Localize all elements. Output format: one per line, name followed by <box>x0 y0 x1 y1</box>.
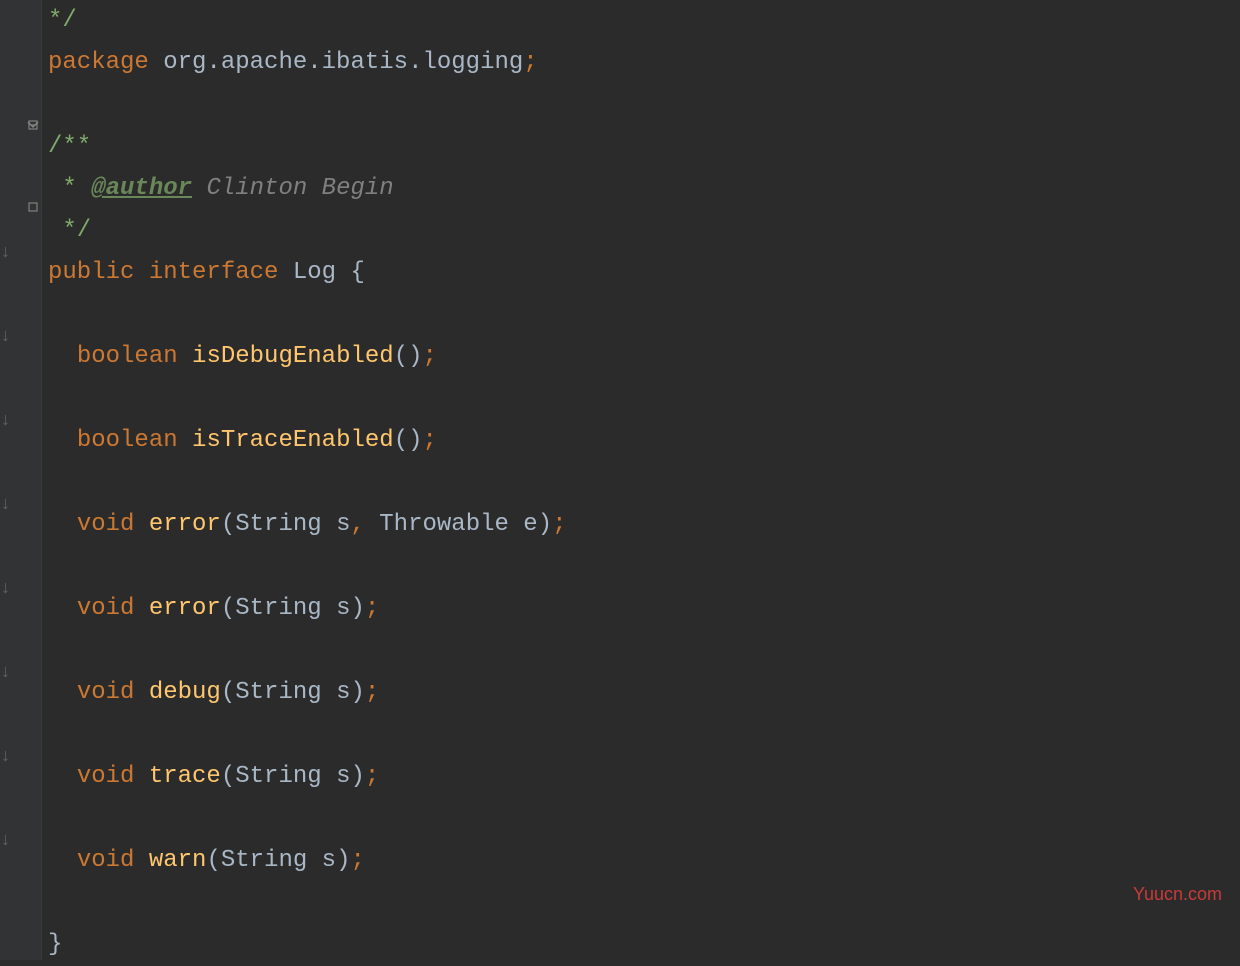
brace-open: { <box>350 252 364 294</box>
semicolon: ; <box>423 336 437 378</box>
editor-gutter: ↓ ↓ ↓ ↓ ↓ ↓ ↓ ↓ <box>0 0 42 960</box>
parameter: String s <box>235 588 350 630</box>
method-name: isDebugEnabled <box>178 336 394 378</box>
code-line[interactable]: * @author Clinton Begin <box>48 168 1240 210</box>
keyword-public: public <box>48 252 134 294</box>
method-name: trace <box>134 756 220 798</box>
code-line[interactable]: void warn(String s); <box>48 840 1240 882</box>
paren-close: ) <box>350 672 364 714</box>
code-line[interactable]: package org.apache.ibatis.logging; <box>48 42 1240 84</box>
code-line[interactable]: void error(String s); <box>48 588 1240 630</box>
method-name: warn <box>134 840 206 882</box>
method-name: error <box>134 504 220 546</box>
code-line[interactable] <box>48 462 1240 504</box>
method-name: isTraceEnabled <box>178 420 394 462</box>
keyword-interface: interface <box>134 252 278 294</box>
semicolon: ; <box>365 756 379 798</box>
method-name: error <box>134 588 220 630</box>
return-type: void <box>77 840 135 882</box>
semicolon: ; <box>552 504 566 546</box>
method-marker-icon[interactable]: ↓ <box>0 322 11 354</box>
return-type: void <box>77 672 135 714</box>
return-type: boolean <box>77 336 178 378</box>
return-type: void <box>77 504 135 546</box>
code-line[interactable] <box>48 714 1240 756</box>
code-line[interactable] <box>48 546 1240 588</box>
fold-collapse-icon[interactable] <box>26 118 40 132</box>
parameter: String s <box>235 504 350 546</box>
semicolon: ; <box>365 672 379 714</box>
parameter: String s <box>235 756 350 798</box>
author-name: Clinton Begin <box>192 168 394 210</box>
code-line[interactable]: /** <box>48 126 1240 168</box>
code-line[interactable]: void error(String s, Throwable e); <box>48 504 1240 546</box>
code-line[interactable]: */ <box>48 0 1240 42</box>
fold-expand-icon[interactable] <box>26 200 40 214</box>
method-marker-icon[interactable]: ↓ <box>0 238 11 270</box>
return-type: void <box>77 756 135 798</box>
code-line[interactable]: */ <box>48 210 1240 252</box>
method-marker-icon[interactable]: ↓ <box>0 658 11 690</box>
code-line[interactable] <box>48 798 1240 840</box>
paren-open: ( <box>221 588 235 630</box>
method-marker-icon[interactable]: ↓ <box>0 574 11 606</box>
paren-open: ( <box>221 756 235 798</box>
javadoc-star: * <box>48 168 91 210</box>
method-marker-icon[interactable]: ↓ <box>0 490 11 522</box>
semicolon: ; <box>350 840 364 882</box>
code-line[interactable] <box>48 378 1240 420</box>
package-name: org.apache.ibatis.logging <box>149 42 523 84</box>
author-tag: @author <box>91 168 192 210</box>
javadoc-open: /** <box>48 126 91 168</box>
comma: , <box>350 504 364 546</box>
code-line[interactable] <box>48 294 1240 336</box>
parameter: String s <box>235 672 350 714</box>
code-line[interactable]: boolean isTraceEnabled(); <box>48 420 1240 462</box>
javadoc-close: */ <box>48 210 91 252</box>
parentheses: () <box>394 420 423 462</box>
method-marker-icon[interactable]: ↓ <box>0 742 11 774</box>
watermark-text: Yuucn.com <box>1133 879 1222 911</box>
code-line[interactable] <box>48 882 1240 924</box>
code-line[interactable]: boolean isDebugEnabled(); <box>48 336 1240 378</box>
parentheses: () <box>394 336 423 378</box>
paren-open: ( <box>221 504 235 546</box>
keyword-package: package <box>48 42 149 84</box>
return-type: void <box>77 588 135 630</box>
code-editor[interactable]: */ package org.apache.ibatis.logging; /*… <box>48 0 1240 966</box>
method-name: debug <box>134 672 220 714</box>
code-line[interactable]: void trace(String s); <box>48 756 1240 798</box>
class-name: Log <box>278 252 350 294</box>
paren-open: ( <box>221 672 235 714</box>
parameter: Throwable e <box>365 504 538 546</box>
parameter: String s <box>221 840 336 882</box>
code-line[interactable]: public interface Log { <box>48 252 1240 294</box>
semicolon: ; <box>523 42 537 84</box>
paren-close: ) <box>350 756 364 798</box>
comment-text: */ <box>48 0 77 42</box>
method-marker-icon[interactable]: ↓ <box>0 406 11 438</box>
semicolon: ; <box>365 588 379 630</box>
code-line[interactable] <box>48 84 1240 126</box>
code-line[interactable]: void debug(String s); <box>48 672 1240 714</box>
paren-open: ( <box>206 840 220 882</box>
code-line[interactable] <box>48 630 1240 672</box>
paren-close: ) <box>538 504 552 546</box>
semicolon: ; <box>423 420 437 462</box>
paren-close: ) <box>350 588 364 630</box>
method-marker-icon[interactable]: ↓ <box>0 826 11 858</box>
paren-close: ) <box>336 840 350 882</box>
return-type: boolean <box>77 420 178 462</box>
